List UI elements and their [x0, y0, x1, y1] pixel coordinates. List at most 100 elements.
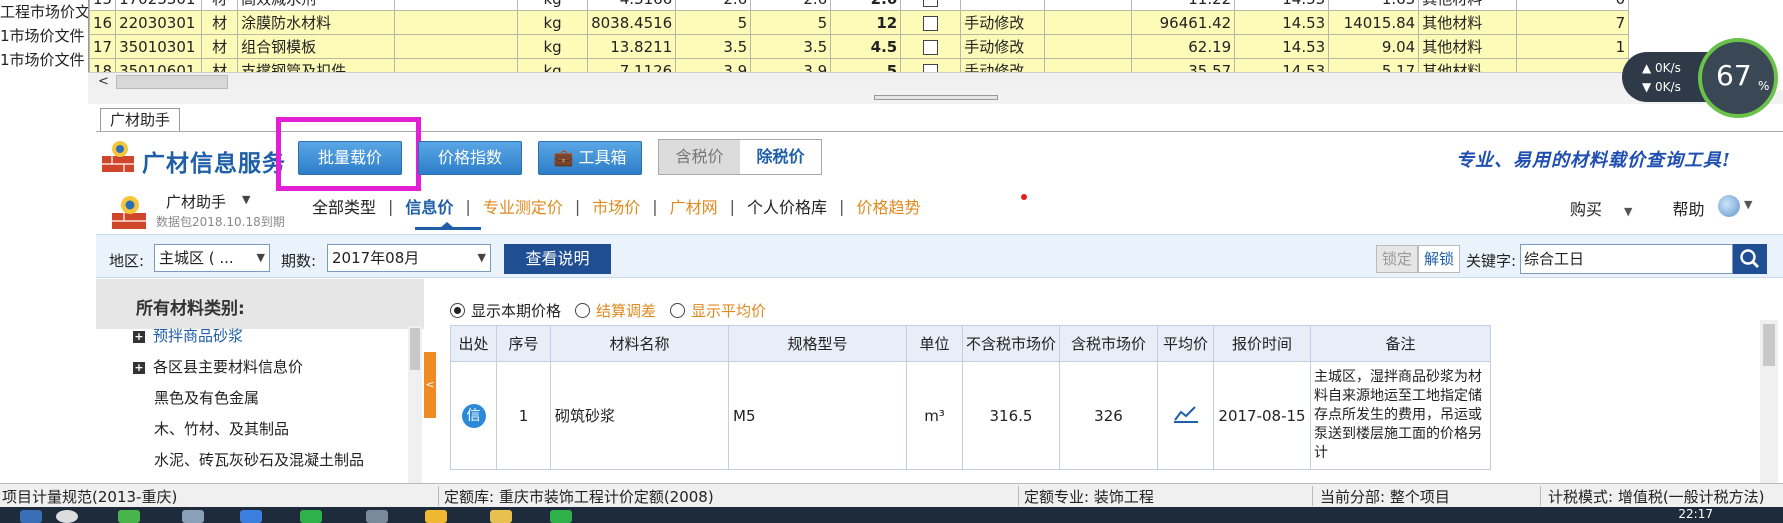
- memory-usage-gauge[interactable]: 67 %: [1698, 38, 1778, 118]
- sheet-cell[interactable]: 5: [675, 10, 752, 35]
- sheet-cell[interactable]: 4.5: [830, 34, 902, 59]
- tree-item[interactable]: 工程市场价文: [0, 0, 88, 24]
- column-header[interactable]: 材料名称: [550, 325, 729, 362]
- app-icon[interactable]: [240, 510, 262, 523]
- sheet-cell[interactable]: [900, 34, 962, 59]
- splitter-grip-icon[interactable]: [874, 95, 998, 100]
- chevron-down-icon[interactable]: ▼: [242, 193, 250, 206]
- sheet-cell[interactable]: 高效减水剂: [237, 0, 396, 11]
- sheet-cell[interactable]: 7.1126: [587, 58, 677, 72]
- sheet-cell[interactable]: 材: [201, 10, 239, 35]
- radio-icon[interactable]: [670, 303, 686, 318]
- tab-price-type[interactable]: 广材网: [664, 194, 724, 218]
- sheet-cell[interactable]: [1044, 34, 1133, 59]
- sheet-cell[interactable]: 手动修改: [960, 34, 1046, 59]
- column-header[interactable]: 平均价: [1157, 325, 1214, 362]
- keyword-input[interactable]: 综合工日: [1520, 244, 1733, 274]
- sheet-cell[interactable]: 支撑钢管及扣件: [237, 58, 396, 72]
- sheet-cell[interactable]: 5.17: [1328, 58, 1420, 72]
- scroll-thumb[interactable]: [1763, 324, 1775, 366]
- app-icon[interactable]: [300, 510, 322, 523]
- column-header[interactable]: 规格型号: [728, 325, 907, 362]
- column-header[interactable]: 备注: [1310, 325, 1491, 362]
- tab-price-type[interactable]: 全部类型: [306, 194, 382, 218]
- sheet-cell[interactable]: 8038.4516: [587, 10, 677, 35]
- sheet-cell[interactable]: 35.57: [1131, 58, 1236, 72]
- search-button[interactable]: [1733, 244, 1767, 274]
- folder-icon[interactable]: [490, 510, 512, 523]
- sheet-cell[interactable]: [900, 10, 962, 35]
- scroll-left-icon[interactable]: <: [98, 73, 109, 91]
- category-item[interactable]: + 预拌商品砂浆: [133, 325, 383, 349]
- sheet-cell[interactable]: 11.22: [1131, 0, 1236, 11]
- radio-selected-icon[interactable]: [450, 303, 465, 318]
- sheet-cell[interactable]: kg: [517, 58, 589, 72]
- chevron-down-icon[interactable]: ▼: [1744, 198, 1752, 211]
- view-explanation-button[interactable]: 查看说明: [504, 244, 611, 274]
- price-index-button[interactable]: 价格指数: [418, 141, 522, 175]
- scroll-thumb[interactable]: [410, 328, 420, 370]
- sheet-cell[interactable]: [394, 34, 519, 59]
- sheet-cell[interactable]: 2.6: [675, 0, 752, 11]
- sheet-cell[interactable]: 材: [201, 58, 239, 72]
- sheet-cell[interactable]: 14.53: [1234, 58, 1330, 72]
- scroll-thumb[interactable]: [116, 75, 228, 89]
- sheet-cell[interactable]: 手动修改: [960, 58, 1046, 72]
- table-row[interactable]: 信 1 砌筑砂浆 M5 m³ 316.5 326 2017-08-15 主城区，湿拌商品砂浆为材…: [450, 361, 1491, 470]
- sheet-cell[interactable]: 1: [1516, 34, 1630, 59]
- sheet-cell[interactable]: [1044, 10, 1133, 35]
- sheet-cell[interactable]: 组合钢模板: [237, 34, 396, 59]
- radio-show-current[interactable]: 显示本期价格: [450, 300, 561, 321]
- sheet-cell[interactable]: 16: [89, 10, 117, 35]
- category-item[interactable]: 黑色及有色金属: [154, 387, 404, 411]
- sheet-cell[interactable]: 13.8211: [587, 34, 677, 59]
- sheet-cell[interactable]: [1516, 58, 1630, 72]
- sheet-cell[interactable]: 1.63: [1328, 0, 1420, 11]
- buy-menu[interactable]: 购买 ▼: [1570, 196, 1652, 220]
- sheet-cell[interactable]: 材: [201, 34, 239, 59]
- guanglianda-icon[interactable]: [425, 510, 447, 523]
- category-item[interactable]: + 各区县主要材料信息价: [133, 356, 383, 380]
- sheet-cell[interactable]: [960, 0, 1046, 11]
- column-header[interactable]: 含税市场价: [1059, 325, 1158, 362]
- sheet-cell[interactable]: 9.04: [1328, 34, 1420, 59]
- tab-price-type[interactable]: 市场价: [586, 194, 646, 218]
- tab-price-type[interactable]: 个人价格库: [741, 194, 833, 218]
- sheet-cell[interactable]: 35010301: [115, 34, 203, 59]
- column-header[interactable]: 不含税市场价: [962, 325, 1060, 362]
- start-icon[interactable]: [20, 510, 42, 523]
- sheet-cell[interactable]: kg: [517, 10, 589, 35]
- radio-show-average[interactable]: 显示平均价: [670, 300, 766, 321]
- wechat-icon[interactable]: [118, 510, 140, 523]
- unlock-button[interactable]: 解锁: [1418, 245, 1460, 273]
- sheet-cell[interactable]: [900, 58, 962, 72]
- table-row[interactable]: 1517023301材高效减水剂kg4.31662.62.62.611.2214…: [89, 0, 1630, 11]
- radio-icon[interactable]: [575, 303, 591, 318]
- results-scrollbar[interactable]: [1760, 320, 1778, 483]
- help-menu[interactable]: 帮助▼: [1672, 196, 1754, 220]
- table-row[interactable]: 18 35010601 材支撑钢管及扣件 kg 7.1126 3.9 3.9 5 手动修改 35.…: [89, 58, 1630, 72]
- table-row[interactable]: 16 22030301 材涂膜防水材料 kg 8038.4516 5 5 12 手动修改 9646…: [89, 10, 1630, 35]
- sheet-cell[interactable]: 14015.84: [1328, 10, 1420, 35]
- sheet-cell[interactable]: 手动修改: [960, 10, 1046, 35]
- trend-chart-icon[interactable]: [1173, 404, 1199, 424]
- checkbox[interactable]: [923, 15, 939, 31]
- category-scrollbar[interactable]: [408, 326, 422, 483]
- collapse-panel-tab[interactable]: <: [424, 352, 436, 418]
- category-item[interactable]: 水泥、砖瓦灰砂石及混凝土制品: [154, 449, 404, 473]
- checkbox[interactable]: [923, 39, 939, 55]
- sheet-cell[interactable]: 0: [1516, 0, 1630, 11]
- sheet-cell[interactable]: 15: [89, 0, 117, 11]
- sheet-cell[interactable]: 3.9: [675, 58, 752, 72]
- sheet-cell[interactable]: [394, 0, 519, 11]
- info-source-icon[interactable]: 信: [461, 403, 486, 428]
- sheet-cell[interactable]: kg: [517, 0, 589, 11]
- sheet-cell[interactable]: 7: [1516, 10, 1630, 35]
- tab-price-type[interactable]: 信息价: [399, 194, 459, 218]
- sheet-cell[interactable]: 2.6: [750, 0, 832, 11]
- region-select[interactable]: 主城区 ( ... ▼: [154, 244, 270, 272]
- sheet-cell[interactable]: 3.5: [675, 34, 752, 59]
- sheet-cell[interactable]: [394, 58, 519, 72]
- category-item[interactable]: 木、竹材、及其制品: [154, 418, 404, 442]
- tree-item[interactable]: 1市场价文件: [0, 48, 88, 70]
